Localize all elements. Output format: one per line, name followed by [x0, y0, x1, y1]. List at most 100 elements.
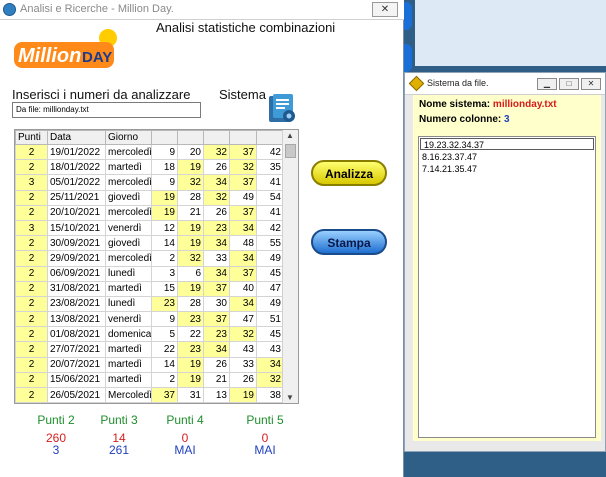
number-cell: 19 — [177, 371, 204, 389]
table-row[interactable]: 319/05/2021Mercoledì2332533745 — [15, 402, 284, 403]
stat-value-blue: 261 — [108, 443, 130, 457]
punti-cell: 2 — [15, 371, 48, 389]
results-grid[interactable]: Punti Data Giorno 2 19/01/2022 mercoledì 9 2… — [14, 129, 299, 404]
maximize-button[interactable]: □ — [559, 78, 579, 90]
analizza-button[interactable]: Analizza — [311, 160, 387, 186]
list-item[interactable]: 7.14.21.35.47 — [419, 163, 595, 175]
system-file-icon[interactable] — [266, 92, 298, 124]
vertical-scrollbar[interactable]: ▲ ▼ — [282, 130, 298, 403]
column-header[interactable] — [151, 130, 178, 145]
list-item[interactable]: 8.16.23.37.47 — [419, 151, 595, 163]
table-row[interactable]: 2 31/08/2021 martedì 15 19 37 40 47 — [15, 280, 284, 297]
day-cell: giovedì — [105, 235, 152, 252]
scroll-down-icon[interactable]: ▼ — [286, 393, 294, 402]
day-cell: martedì — [105, 159, 152, 176]
table-row[interactable]: 2 26/05/2021 Mercoledì 37 31 13 19 38 — [15, 386, 284, 403]
dialog-close-button[interactable]: ✕ — [581, 78, 601, 90]
logo-text-day: DAY — [82, 49, 112, 66]
stat-label: Punti 2 — [37, 413, 75, 427]
number-cell: 48 — [229, 235, 257, 252]
background-tab — [404, 2, 412, 30]
number-cell: 45 — [256, 402, 284, 403]
number-cell: 45 — [256, 326, 284, 343]
number-cell: 12 — [151, 219, 178, 237]
column-header[interactable] — [229, 130, 257, 145]
table-row[interactable]: 2 27/07/2021 martedì 22 23 34 43 43 — [15, 341, 284, 358]
column-header[interactable] — [177, 130, 204, 145]
table-row[interactable]: 2 19/01/2022 mercoledì 9 20 32 37 42 — [15, 143, 284, 161]
date-cell: 20/10/2021 — [47, 204, 106, 221]
number-cell: 42 — [256, 219, 284, 237]
column-header[interactable]: Punti — [15, 130, 48, 145]
number-cell: 45 — [256, 265, 284, 282]
column-header[interactable] — [256, 130, 284, 145]
date-cell: 19/01/2022 — [47, 143, 106, 161]
number-cell: 22 — [177, 326, 204, 343]
number-cell: 23 — [177, 311, 204, 328]
table-row[interactable]: 2 01/08/2021 domenica 5 22 23 32 45 — [15, 326, 284, 343]
table-row[interactable]: 2 20/07/2021 martedì 14 19 26 33 34 — [15, 356, 284, 373]
scroll-up-icon[interactable]: ▲ — [286, 131, 294, 140]
system-name-value: millionday.txt — [492, 99, 557, 110]
number-cell: 28 — [177, 295, 204, 313]
number-cell: 37 — [229, 143, 257, 161]
number-cell: 20 — [177, 143, 204, 161]
day-cell: martedì — [105, 280, 152, 297]
number-cell: 19 — [229, 386, 257, 403]
combinations-list[interactable]: 19.23.32.34.37 8.16.23.37.47 7.14.21.35.… — [418, 136, 596, 438]
column-header[interactable] — [203, 130, 230, 145]
column-header[interactable]: Giorno — [105, 130, 152, 145]
table-row[interactable]: 2 13/08/2021 venerdì 9 23 37 47 51 — [15, 311, 284, 328]
number-cell: 19 — [177, 235, 204, 252]
punti-cell: 2 — [15, 326, 48, 343]
number-cell: 40 — [229, 280, 257, 297]
table-row[interactable]: 3 15/10/2021 venerdì 12 19 23 34 42 — [15, 219, 284, 237]
stat-value-blue: 3 — [52, 443, 60, 457]
table-row[interactable]: 2 06/09/2021 lunedì 3 6 34 37 45 — [15, 265, 284, 282]
close-button[interactable]: ✕ — [372, 2, 398, 17]
table-row[interactable]: 2 23/08/2021 lunedì 23 28 30 34 49 — [15, 295, 284, 313]
number-cell: 30 — [203, 295, 230, 313]
table-row[interactable]: 2 25/11/2021 giovedì 19 28 32 49 54 — [15, 189, 284, 206]
column-count-row: Numero colonne: 3 — [419, 114, 510, 125]
table-row[interactable]: 2 18/01/2022 martedì 18 19 26 32 35 — [15, 159, 284, 176]
date-cell: 30/09/2021 — [47, 235, 106, 252]
table-row[interactable]: 2 15/06/2021 martedì 2 19 21 26 32 — [15, 371, 284, 389]
stampa-button[interactable]: Stampa — [311, 229, 387, 255]
scroll-thumb[interactable] — [285, 144, 296, 158]
number-cell: 19 — [151, 189, 178, 206]
number-cell: 37 — [203, 311, 230, 328]
day-cell: lunedì — [105, 295, 152, 313]
number-cell: 19 — [177, 219, 204, 237]
table-row[interactable]: 3 05/01/2022 mercoledì 9 32 34 37 41 — [15, 174, 284, 191]
number-cell: 37 — [229, 265, 257, 282]
window-title: Analisi e Ricerche - Million Day. — [20, 3, 174, 15]
number-cell: 49 — [256, 295, 284, 313]
number-cell: 32 — [203, 189, 230, 206]
numbers-input[interactable]: Da file: millionday.txt — [12, 102, 201, 118]
list-item[interactable]: 19.23.32.34.37 — [420, 138, 594, 150]
punti-cell: 2 — [15, 250, 48, 267]
minimize-button[interactable]: ▁ — [537, 78, 557, 90]
number-cell: 32 — [256, 371, 284, 389]
main-window: Analisi e Ricerche - Million Day. ✕ Mill… — [0, 0, 404, 477]
input-label: Inserisci i numeri da analizzare — [12, 87, 191, 102]
column-header[interactable]: Data — [47, 130, 106, 145]
column-count-label: Numero colonne: — [419, 114, 502, 125]
pen-icon — [408, 75, 425, 92]
number-cell: 33 — [203, 250, 230, 267]
number-cell: 15 — [151, 280, 178, 297]
column-count-value: 3 — [504, 114, 510, 125]
number-cell: 21 — [203, 371, 230, 389]
date-cell: 01/08/2021 — [47, 326, 106, 343]
number-cell: 37 — [229, 402, 257, 403]
date-cell: 27/07/2021 — [47, 341, 106, 358]
number-cell: 14 — [151, 235, 178, 252]
punti-cell: 2 — [15, 280, 48, 297]
logo-text: Million — [18, 45, 81, 67]
table-row[interactable]: 2 29/09/2021 mercoledì 2 32 33 34 49 — [15, 250, 284, 267]
table-row[interactable]: 2 30/09/2021 giovedì 14 19 34 48 55 — [15, 235, 284, 252]
table-row[interactable]: 2 20/10/2021 mercoledì 19 21 26 37 41 — [15, 204, 284, 221]
number-cell: 35 — [256, 159, 284, 176]
day-cell: mercoledì — [105, 204, 152, 221]
